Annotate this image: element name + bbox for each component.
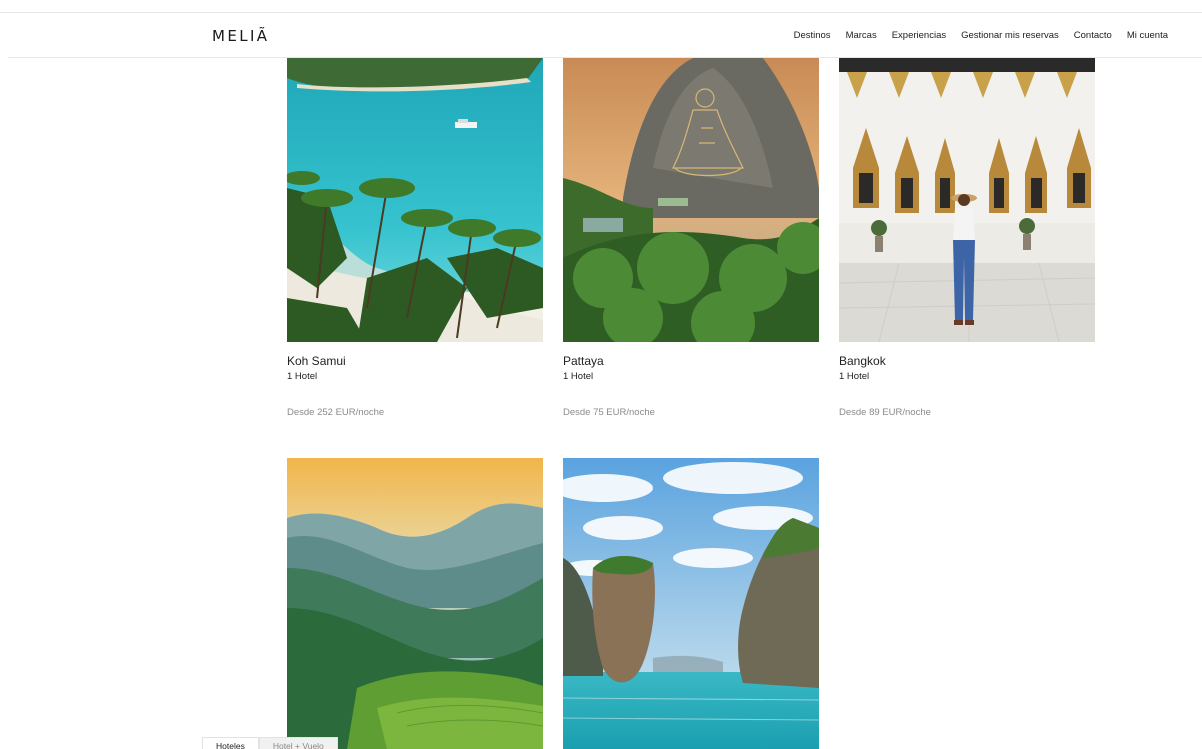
nav-marcas[interactable]: Marcas bbox=[846, 30, 877, 41]
nav-mi-cuenta[interactable]: Mi cuenta bbox=[1127, 30, 1168, 41]
destination-card-phang-nga[interactable] bbox=[563, 458, 819, 749]
main-nav: Destinos Marcas Experiencias Gestionar m… bbox=[794, 30, 1168, 41]
site-header: MELIÃ Destinos Marcas Experiencias Gesti… bbox=[8, 13, 1202, 58]
destination-hotel-count: 1 Hotel bbox=[287, 371, 318, 382]
melia-logo[interactable]: MELIÃ bbox=[212, 27, 269, 45]
destination-image[interactable] bbox=[563, 58, 819, 342]
destination-card-mountains[interactable] bbox=[287, 458, 543, 749]
destination-price: Desde 89 EUR/noche bbox=[839, 407, 931, 418]
destination-image[interactable] bbox=[287, 58, 543, 342]
page: MELIÃ Destinos Marcas Experiencias Gesti… bbox=[0, 0, 1202, 749]
destination-name[interactable]: Pattaya bbox=[563, 354, 819, 368]
destination-image[interactable] bbox=[839, 58, 1095, 342]
destination-hotel-count: 1 Hotel bbox=[563, 371, 594, 382]
tab-hoteles[interactable]: Hoteles bbox=[202, 737, 259, 749]
nav-destinos[interactable]: Destinos bbox=[794, 30, 831, 41]
destination-hotel-count: 1 Hotel bbox=[839, 371, 870, 382]
destination-card-pattaya[interactable]: Pattaya 1 Hotel Desde 75 EUR/noche bbox=[563, 58, 819, 418]
nav-contacto[interactable]: Contacto bbox=[1074, 30, 1112, 41]
tab-hotel-vuelo[interactable]: Hotel + Vuelo bbox=[258, 737, 338, 749]
destination-card-bangkok[interactable]: Bangkok 1 Hotel Desde 89 EUR/noche bbox=[839, 58, 1095, 418]
search-tabs: Hoteles Hotel + Vuelo bbox=[202, 737, 338, 749]
destination-image[interactable] bbox=[563, 458, 819, 749]
nav-gestionar-reservas[interactable]: Gestionar mis reservas bbox=[961, 30, 1059, 41]
destination-name[interactable]: Koh Samui bbox=[287, 354, 543, 368]
destination-name[interactable]: Bangkok bbox=[839, 354, 1095, 368]
destination-price: Desde 252 EUR/noche bbox=[287, 407, 385, 418]
destination-price: Desde 75 EUR/noche bbox=[563, 407, 655, 418]
destination-card-koh-samui[interactable]: Koh Samui 1 Hotel Desde 252 EUR/noche bbox=[287, 58, 543, 418]
nav-experiencias[interactable]: Experiencias bbox=[892, 30, 946, 41]
destination-image[interactable] bbox=[287, 458, 543, 749]
